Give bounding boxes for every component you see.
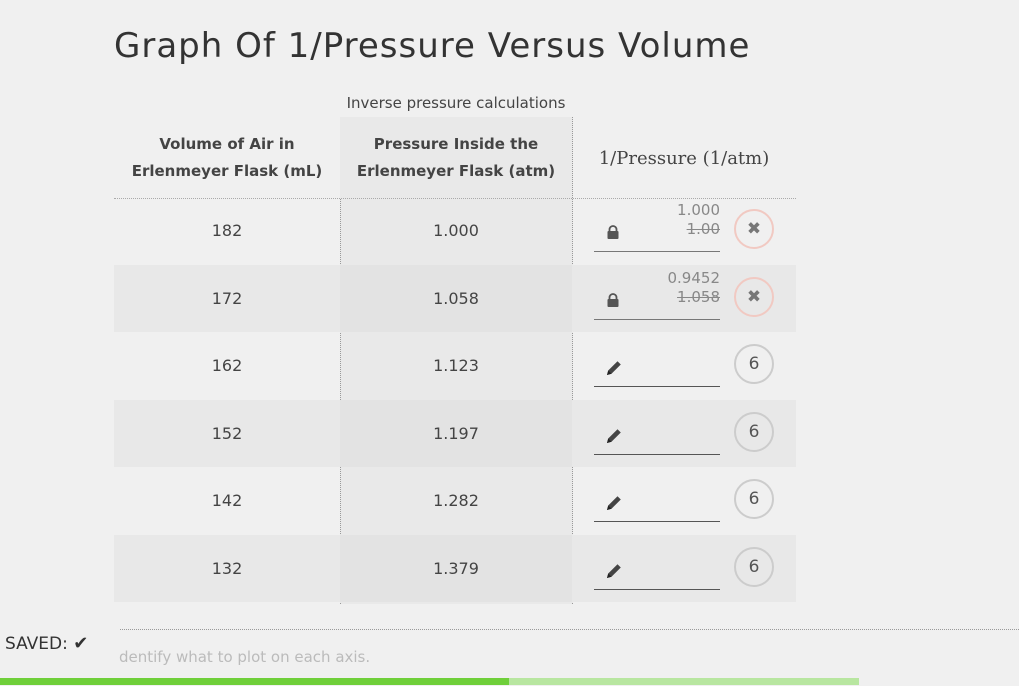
header-volume: Volume of Air in Erlenmeyer Flask (mL): [114, 117, 340, 199]
inverse-pressure-input[interactable]: [594, 410, 720, 455]
page-title: Graph Of 1/Pressure Versus Volume: [114, 26, 751, 66]
previous-answer-value: 1.058: [677, 287, 720, 306]
answer-value: 0.9452: [667, 268, 721, 287]
table-row: 142 1.282 6: [114, 467, 796, 534]
footer-divider: [120, 629, 1019, 630]
header-pressure-line1: Pressure Inside the: [373, 135, 539, 153]
incorrect-badge: ✖: [734, 276, 774, 317]
attempts-badge: 6: [734, 411, 774, 452]
volume-cell: 162: [211, 356, 243, 375]
inverse-pressure-input[interactable]: [594, 477, 720, 522]
table-header: Volume of Air in Erlenmeyer Flask (mL) Pr…: [114, 117, 796, 199]
check-icon: ✔: [73, 633, 89, 654]
table-row: 132 1.379 6: [114, 534, 796, 602]
pressure-cell: 1.000: [433, 221, 479, 240]
pressure-cell: 1.058: [340, 264, 572, 332]
progress-fill: [0, 678, 509, 685]
inverse-pressure-input: 0.9452 1.058: [594, 269, 720, 320]
pencil-icon: [607, 496, 621, 510]
header-pressure: Pressure Inside the Erlenmeyer Flask (atm…: [340, 117, 572, 199]
header-volume-line2: Erlenmeyer Flask (mL): [131, 162, 323, 180]
pressure-cell: 1.282: [433, 491, 479, 510]
pressure-cell: 1.123: [433, 356, 479, 375]
incorrect-badge: ✖: [734, 209, 774, 249]
volume-cell: 182: [211, 221, 243, 240]
pressure-cell: 1.379: [340, 534, 572, 602]
header-volume-line1: Volume of Air in: [159, 135, 295, 153]
volume-cell: 142: [211, 491, 243, 510]
volume-cell: 152: [211, 423, 243, 443]
table-row: 162 1.123 6: [114, 332, 796, 399]
previous-answer-value: 1.00: [686, 220, 720, 238]
saved-status: SAVED: ✔: [5, 633, 88, 654]
inverse-pressure-input[interactable]: [594, 545, 720, 590]
table-row: 182 1.000 1.000 1.00 ✖: [114, 197, 796, 264]
lock-icon: [607, 225, 619, 239]
saved-label: SAVED:: [5, 634, 68, 654]
table-row: 172 1.058 0.9452 1.058 ✖: [114, 264, 796, 332]
answer-value: 1.000: [677, 201, 720, 219]
table-caption: Inverse pressure calculations: [346, 94, 566, 112]
table-row: 152 1.197 6: [114, 399, 796, 467]
attempts-badge: 6: [734, 479, 774, 519]
volume-cell: 132: [211, 558, 243, 578]
pencil-icon: [607, 428, 621, 443]
pressure-cell: 1.197: [340, 399, 572, 467]
inverse-pressure-input: 1.000 1.00: [594, 201, 720, 252]
attempts-badge: 6: [734, 546, 774, 587]
header-inverse-pressure: 1/Pressure (1/atm): [598, 147, 770, 169]
pencil-icon: [607, 563, 621, 578]
pencil-icon: [607, 361, 621, 375]
lock-icon: [607, 292, 619, 307]
inverse-pressure-input[interactable]: [594, 342, 720, 387]
instruction-hint: dentify what to plot on each axis.: [119, 648, 371, 666]
volume-cell: 172: [211, 288, 243, 308]
attempts-badge: 6: [734, 344, 774, 384]
header-pressure-line2: Erlenmeyer Flask (atm): [356, 162, 556, 180]
